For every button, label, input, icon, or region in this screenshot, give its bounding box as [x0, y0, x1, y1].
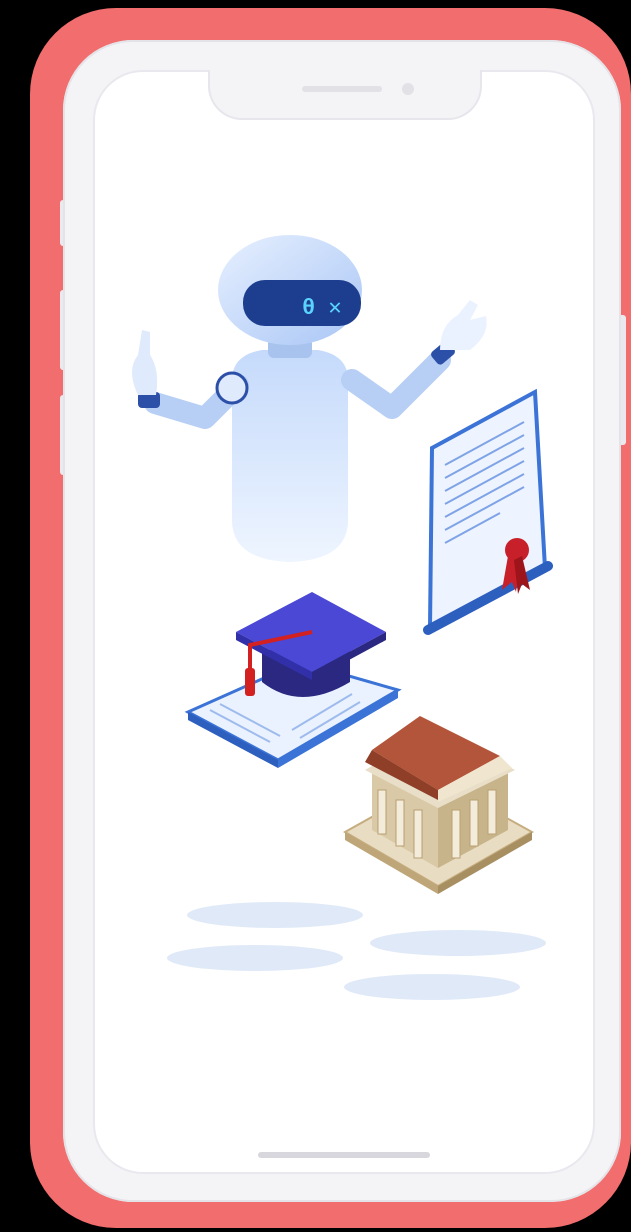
- museum-building-icon: [342, 716, 535, 894]
- cap-tassel: [245, 668, 255, 696]
- floor-shadows: [167, 902, 546, 1000]
- robot-visor-text: θ ✕: [302, 296, 342, 321]
- certificate-icon: [423, 388, 553, 635]
- shadow-1: [187, 902, 363, 928]
- education-ai-illustration: θ ✕: [132, 235, 553, 1000]
- shadow-4: [344, 974, 520, 1000]
- shadow-2: [167, 945, 343, 971]
- shadow-3: [370, 930, 546, 956]
